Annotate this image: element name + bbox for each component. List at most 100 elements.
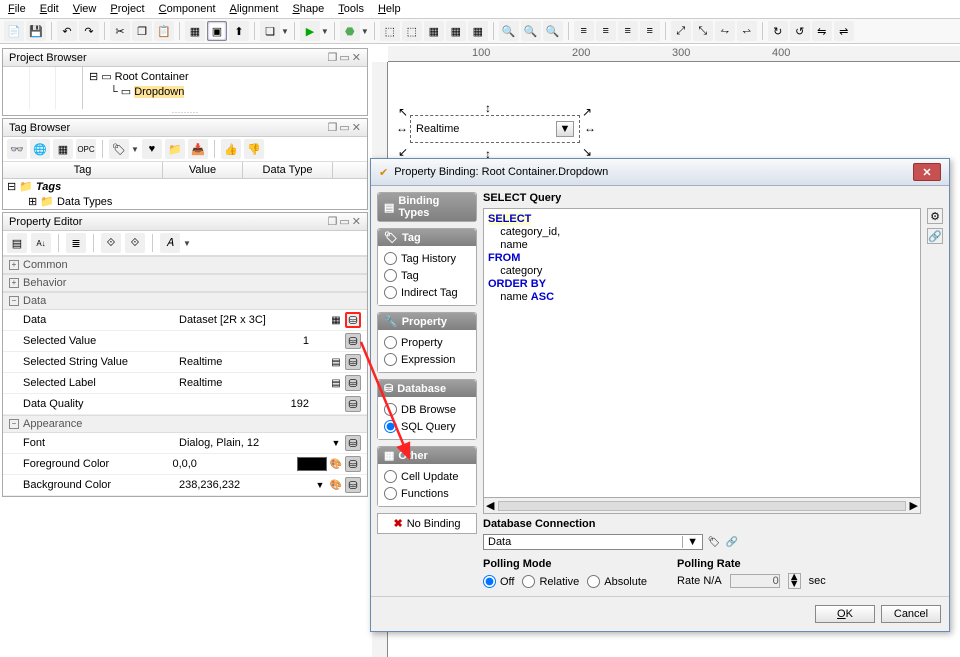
prop-selected-string[interactable]: Selected String Value Realtime ▤⛁ bbox=[3, 352, 367, 373]
tag-folder[interactable]: 📁 bbox=[165, 139, 185, 159]
edit-icon[interactable]: ▤ bbox=[329, 355, 343, 369]
tb-a2[interactable]: ⤡ bbox=[693, 21, 713, 41]
tag-import[interactable]: 📥 bbox=[188, 139, 208, 159]
tb-zoom-in[interactable]: 🔍 bbox=[521, 21, 541, 41]
pe-az[interactable]: A↓ bbox=[31, 233, 51, 253]
group-data[interactable]: −Data bbox=[3, 292, 367, 310]
panel-min-icon[interactable]: ▭ bbox=[339, 51, 349, 64]
tag-tb3[interactable]: ▦ bbox=[53, 139, 73, 159]
panel-dock-icon[interactable]: ❐ bbox=[328, 51, 338, 64]
menu-file[interactable]: File bbox=[8, 3, 26, 15]
ok-button[interactable]: OK bbox=[815, 605, 875, 623]
color-wheel-icon[interactable]: 🎨 bbox=[329, 478, 343, 492]
tb-align4[interactable]: ▦ bbox=[446, 21, 466, 41]
menu-edit[interactable]: Edit bbox=[40, 3, 59, 15]
tb-g2[interactable]: ≡ bbox=[596, 21, 616, 41]
binding-icon-bg[interactable]: ⛁ bbox=[345, 477, 361, 493]
tb-align5[interactable]: ▦ bbox=[468, 21, 488, 41]
tree-root-container[interactable]: ⊟ ▭ Root Container bbox=[85, 69, 365, 84]
tag-row-tags[interactable]: ⊟ 📁 Tags bbox=[3, 179, 367, 194]
tb-copy[interactable]: ❐ bbox=[132, 21, 152, 41]
tree-dropdown[interactable]: └ ▭ Dropdown bbox=[85, 84, 365, 99]
tb-a3[interactable]: ⥊ bbox=[715, 21, 735, 41]
db-connection-combo[interactable]: Data▼ bbox=[483, 534, 703, 550]
bg-dropdown[interactable]: ▼ bbox=[313, 480, 327, 490]
menu-shape[interactable]: Shape bbox=[292, 3, 324, 15]
pe-font[interactable]: 𝐴 bbox=[160, 233, 180, 253]
opt-indirect-tag[interactable]: Indirect Tag bbox=[384, 284, 470, 301]
opt-cell-update[interactable]: Cell Update bbox=[384, 468, 470, 485]
rate-input[interactable] bbox=[730, 574, 780, 588]
db-link-icon[interactable]: 🔗 bbox=[725, 535, 739, 549]
pe-filter[interactable]: ≣ bbox=[66, 233, 86, 253]
poll-absolute[interactable]: Absolute bbox=[587, 573, 647, 590]
tb-preview[interactable]: ▦ bbox=[185, 21, 205, 41]
binding-icon-data[interactable]: ⛁ bbox=[345, 312, 361, 328]
binding-icon-quality[interactable]: ⛁ bbox=[345, 396, 361, 412]
fg-swatch[interactable] bbox=[297, 457, 327, 471]
prop-data-quality[interactable]: Data Quality 192 ⛁ bbox=[3, 394, 367, 415]
opt-tag-history[interactable]: Tag History bbox=[384, 250, 470, 267]
no-binding-button[interactable]: ✖ No Binding bbox=[377, 513, 477, 534]
tb-publish[interactable]: ⬆ bbox=[229, 21, 249, 41]
opt-sql-query[interactable]: SQL Query bbox=[384, 418, 470, 435]
col-value[interactable]: Value bbox=[163, 162, 243, 178]
tb-r4[interactable]: ⇌ bbox=[834, 21, 854, 41]
tb-save[interactable]: 💾 bbox=[26, 21, 46, 41]
col-tag[interactable]: Tag bbox=[3, 162, 163, 178]
tb-g1[interactable]: ≡ bbox=[574, 21, 594, 41]
tag-heart[interactable]: ♥ bbox=[142, 139, 162, 159]
tb-a4[interactable]: ⥋ bbox=[737, 21, 757, 41]
group-behavior[interactable]: +Behavior bbox=[3, 274, 367, 292]
tb-r2[interactable]: ↺ bbox=[790, 21, 810, 41]
tag-tb2[interactable]: 🌐 bbox=[30, 139, 50, 159]
tb-design[interactable]: ▣ bbox=[207, 21, 227, 41]
binding-icon-font[interactable]: ⛁ bbox=[345, 435, 361, 451]
prop-fg-color[interactable]: Foreground Color 0,0,0 🎨⛁ bbox=[3, 454, 367, 475]
spinner-down[interactable]: ▼ bbox=[789, 581, 800, 588]
group-common[interactable]: +Common bbox=[3, 256, 367, 274]
binding-icon-selstr[interactable]: ⛁ bbox=[345, 354, 361, 370]
tag-thumb2[interactable]: 👎 bbox=[244, 139, 264, 159]
binding-icon-selval[interactable]: ⛁ bbox=[345, 333, 361, 349]
tb-align1[interactable]: ⬚ bbox=[380, 21, 400, 41]
tb-paste[interactable]: 📋 bbox=[154, 21, 174, 41]
poll-relative[interactable]: Relative bbox=[522, 573, 579, 590]
pe-udt2[interactable]: ⟐ bbox=[125, 233, 145, 253]
color-wheel-icon[interactable]: 🎨 bbox=[329, 457, 343, 471]
tb-r3[interactable]: ⇋ bbox=[812, 21, 832, 41]
tb-zoom-fit[interactable]: 🔍 bbox=[499, 21, 519, 41]
opt-expression[interactable]: Expression bbox=[384, 351, 470, 368]
tb-g4[interactable]: ≡ bbox=[640, 21, 660, 41]
menu-help[interactable]: Help bbox=[378, 3, 401, 15]
tb-r1[interactable]: ↻ bbox=[768, 21, 788, 41]
prop-data[interactable]: Data Dataset [2R x 3C] ▦ ⛁ bbox=[3, 310, 367, 331]
prop-font[interactable]: Font Dialog, Plain, 12 ▼⛁ bbox=[3, 433, 367, 454]
poll-off[interactable]: Off bbox=[483, 573, 514, 590]
pe-cat[interactable]: ▤ bbox=[7, 233, 27, 253]
editor-scrollbar[interactable]: ◀▶ bbox=[483, 498, 921, 514]
tag-tb1[interactable]: 👓 bbox=[7, 139, 27, 159]
opt-functions[interactable]: Functions bbox=[384, 485, 470, 502]
tb-align3[interactable]: ▦ bbox=[424, 21, 444, 41]
binding-icon-sellabel[interactable]: ⛁ bbox=[345, 375, 361, 391]
tb-cut[interactable]: ✂ bbox=[110, 21, 130, 41]
menu-view[interactable]: View bbox=[73, 3, 97, 15]
tag-row-datatypes[interactable]: ⊞ 📁 Data Types bbox=[3, 194, 367, 209]
prop-bg-color[interactable]: Background Color 238,236,232 ▼🎨⛁ bbox=[3, 475, 367, 496]
opt-db-browse[interactable]: DB Browse bbox=[384, 401, 470, 418]
col-type[interactable]: Data Type bbox=[243, 162, 333, 178]
binding-icon-fg[interactable]: ⛁ bbox=[345, 456, 361, 472]
menu-alignment[interactable]: Alignment bbox=[230, 3, 279, 15]
db-tag-icon[interactable]: 🏷 bbox=[707, 535, 721, 549]
tb-newwindow[interactable]: ❏ bbox=[260, 21, 280, 41]
tag-tb4[interactable]: OPC bbox=[76, 139, 96, 159]
tag-add[interactable]: 🏷 bbox=[109, 139, 129, 159]
panel-close-icon[interactable]: ✕ bbox=[352, 51, 361, 64]
dialog-close-button[interactable]: ✕ bbox=[913, 163, 941, 181]
tb-undo[interactable]: ↶ bbox=[57, 21, 77, 41]
pe-udt[interactable]: ⟐ bbox=[101, 233, 121, 253]
opt-property[interactable]: Property bbox=[384, 334, 470, 351]
dropdown-component[interactable]: ↖ ↕ ↗ ↔ ↔ ↙ ↕ ↘ Realtime ▼ bbox=[410, 115, 580, 143]
tag-thumb1[interactable]: 👍 bbox=[221, 139, 241, 159]
